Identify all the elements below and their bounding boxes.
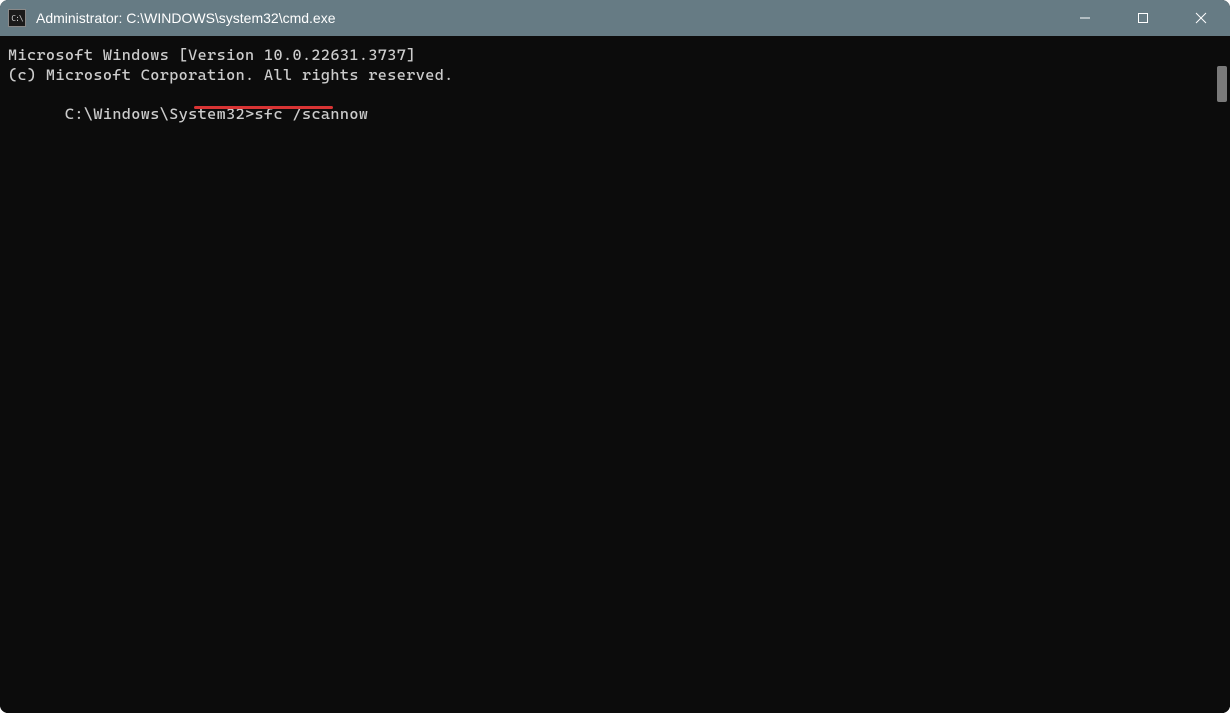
cmd-icon-text: C:\ [11, 14, 22, 23]
close-button[interactable] [1172, 0, 1230, 36]
copyright-line: (c) Microsoft Corporation. All rights re… [8, 66, 1222, 86]
cmd-icon: C:\ [8, 9, 26, 27]
version-line: Microsoft Windows [Version 10.0.22631.37… [8, 46, 1222, 66]
titlebar[interactable]: C:\ Administrator: C:\WINDOWS\system32\c… [0, 0, 1230, 36]
prompt-line: C:\Windows\System32>sfc /scannow [8, 86, 368, 165]
minimize-icon [1079, 12, 1091, 24]
maximize-button[interactable] [1114, 0, 1172, 36]
command-underline-annotation [194, 106, 333, 109]
maximize-icon [1137, 12, 1149, 24]
close-icon [1195, 12, 1207, 24]
terminal-body[interactable]: Microsoft Windows [Version 10.0.22631.37… [0, 36, 1230, 713]
cmd-window: C:\ Administrator: C:\WINDOWS\system32\c… [0, 0, 1230, 713]
scrollbar-thumb[interactable] [1217, 66, 1227, 102]
minimize-button[interactable] [1056, 0, 1114, 36]
window-controls [1056, 0, 1230, 36]
window-title: Administrator: C:\WINDOWS\system32\cmd.e… [36, 10, 1056, 26]
vertical-scrollbar[interactable] [1212, 36, 1230, 713]
